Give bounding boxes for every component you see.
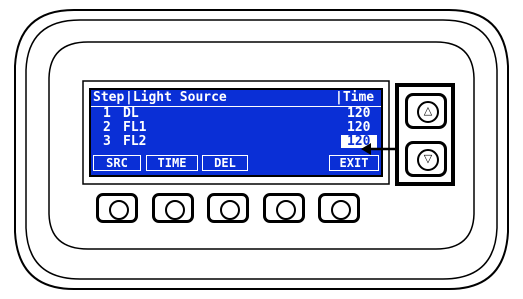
lcd-screen: Step |Light Source |Time 1 DL 120 2 FL1 … <box>89 88 383 177</box>
down-triangle-icon: ▽ <box>417 149 439 171</box>
row-time: 120 <box>347 106 371 121</box>
row-source: FL1 <box>123 120 147 135</box>
button-circle-icon <box>165 200 185 220</box>
table-row[interactable]: 2 FL1 120 <box>91 121 381 135</box>
button-circle-icon <box>220 200 240 220</box>
down-button[interactable]: ▽ <box>405 141 447 177</box>
row-time: 120 <box>347 120 371 135</box>
up-triangle-icon: △ <box>417 101 439 123</box>
nav-button-group: △ ▽ <box>395 83 455 186</box>
softkey-bar: SRC TIME DEL EXIT <box>91 155 381 173</box>
function-button-4[interactable] <box>263 193 305 223</box>
softkey-src[interactable]: SRC <box>93 155 141 171</box>
header-time: |Time <box>335 90 375 105</box>
softkey-del[interactable]: DEL <box>202 155 248 171</box>
table-row-selected[interactable]: 3 FL2 120 <box>91 134 381 149</box>
function-button-2[interactable] <box>152 193 194 223</box>
row-source: FL2 <box>123 134 147 149</box>
row-step: 3 <box>103 134 111 149</box>
button-circle-icon <box>276 200 296 220</box>
table-row[interactable]: 1 DL 120 <box>91 107 381 121</box>
softkey-exit[interactable]: EXIT <box>329 155 379 171</box>
header-step: Step <box>93 90 125 105</box>
up-button[interactable]: △ <box>405 93 447 129</box>
row-step: 2 <box>103 120 111 135</box>
softkey-time[interactable]: TIME <box>146 155 198 171</box>
row-source: DL <box>123 106 139 121</box>
function-button-3[interactable] <box>207 193 249 223</box>
button-circle-icon <box>331 200 351 220</box>
button-circle-icon <box>109 200 129 220</box>
function-button-5[interactable] <box>318 193 360 223</box>
header-light-source: |Light Source <box>125 90 227 105</box>
table-header: Step |Light Source |Time <box>91 90 381 106</box>
function-button-1[interactable] <box>96 193 138 223</box>
row-step: 1 <box>103 106 111 121</box>
